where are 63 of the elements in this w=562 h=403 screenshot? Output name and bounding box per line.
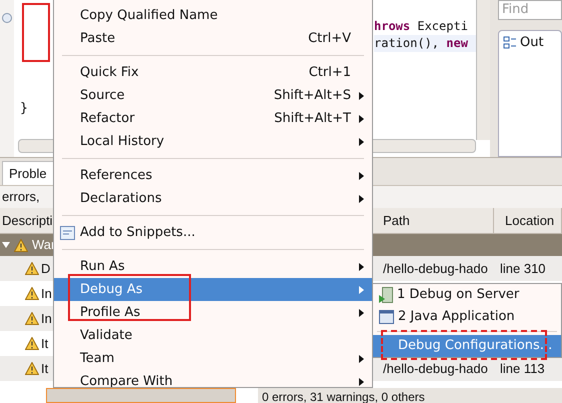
table-cell-text: line 310 — [499, 260, 546, 278]
code-line: hrows Excepti — [374, 18, 469, 35]
menu-item[interactable]: Profile As — [54, 301, 372, 324]
view-title[interactable]: Out — [520, 33, 544, 53]
warning-icon — [25, 312, 39, 325]
submenu-arrow-icon — [359, 354, 364, 362]
shortcut-text: Ctrl+1 — [308, 64, 352, 82]
submenu-arrow-icon — [359, 286, 364, 294]
menu-item[interactable]: 1 Debug on Server — [373, 284, 561, 306]
submenu-arrow-icon — [359, 172, 364, 180]
menu-item[interactable]: Paste Ctrl+V — [54, 27, 372, 50]
column-header[interactable]: Descripti — [2, 213, 53, 228]
shortcut-text: Shift+Alt+S — [274, 86, 351, 105]
menu-item[interactable]: Debug Configurations... — [373, 335, 561, 357]
warning-icon — [25, 362, 39, 375]
menu-item[interactable]: Copy Qualified Name — [54, 4, 372, 27]
table-cell-text: In — [41, 284, 52, 303]
application-icon — [379, 310, 394, 324]
table-cell-text: In — [41, 310, 52, 328]
highlight-box — [22, 3, 50, 62]
shortcut-text: Ctrl+V — [308, 30, 352, 48]
menu-item[interactable]: Add to Snippets... — [54, 221, 372, 244]
menu-item[interactable]: Debug As — [54, 278, 372, 301]
outline-icon — [503, 36, 517, 50]
submenu-arrow-icon — [359, 114, 364, 122]
menu-item[interactable]: Quick Fix Ctrl+1 — [54, 61, 372, 84]
submenu-arrow-icon — [359, 194, 364, 202]
table-cell-text: It — [41, 360, 48, 378]
submenu-arrow-icon — [359, 308, 364, 316]
submenu-arrow-icon — [359, 378, 364, 386]
warning-icon — [25, 337, 39, 350]
menu-item[interactable]: Local History — [54, 130, 372, 153]
vertical-scrollbar[interactable] — [476, 0, 490, 140]
warning-icon — [14, 238, 28, 252]
menu-item[interactable]: Validate — [54, 324, 372, 347]
collapse-icon[interactable] — [2, 13, 12, 23]
submenu-arrow-icon — [359, 138, 364, 146]
problems-tab[interactable]: Proble — [2, 161, 54, 185]
menu-item[interactable]: Team — [54, 347, 372, 370]
expand-icon[interactable] — [2, 242, 10, 248]
server-icon — [379, 287, 393, 303]
menu-item[interactable]: Run As — [54, 255, 372, 278]
menu-item[interactable]: Refactor Shift+Alt+T — [54, 107, 372, 130]
table-cell-text: D — [41, 260, 50, 278]
warning-icon — [25, 262, 39, 275]
code-line: } — [20, 100, 28, 118]
problems-summary: errors, — [2, 189, 40, 204]
menu-item[interactable]: 2 Java Application — [373, 306, 561, 328]
snippet-icon — [60, 226, 75, 240]
menu-item[interactable]: Source Shift+Alt+S — [54, 84, 372, 107]
table-cell: /hello-debug-hado — [383, 260, 488, 276]
table-cell-text: It — [41, 334, 48, 353]
table-cell-text: line 113 — [499, 360, 545, 378]
menu-item[interactable]: Declarations — [54, 187, 372, 210]
warning-icon — [25, 287, 39, 300]
column-header[interactable]: Path — [383, 213, 410, 228]
shortcut-text: Shift+Alt+T — [274, 110, 351, 128]
column-header[interactable]: Location — [505, 213, 554, 228]
group-label: War — [32, 236, 56, 254]
table-cell: /hello-debug-hado — [383, 360, 488, 376]
menu-item[interactable]: References — [54, 164, 372, 187]
submenu-arrow-icon — [359, 92, 364, 100]
submenu-arrow-icon — [359, 262, 364, 270]
